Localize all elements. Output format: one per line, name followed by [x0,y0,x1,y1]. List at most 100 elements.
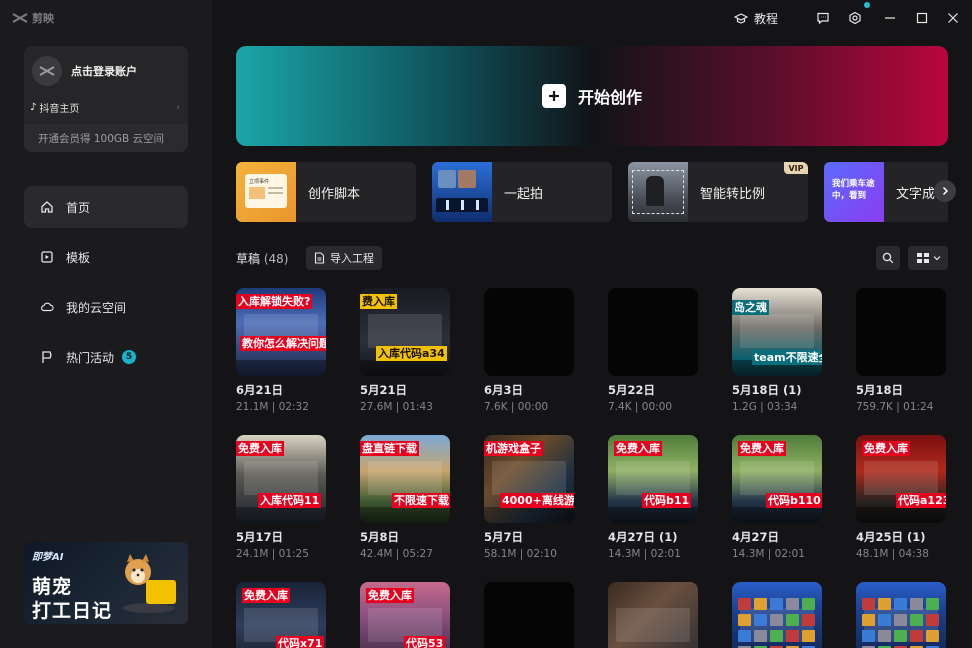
app-name: 剪映 [32,12,54,25]
thumbnail-content [740,461,814,495]
drafts-label: 草稿 [236,252,261,266]
sidebar-item-label: 热门活动 [66,350,115,365]
draft-project-card[interactable]: 5月22日 7.4K | 00:00 [608,288,698,413]
smart-ratio-card[interactable]: 智能转比例 VIP [628,162,808,222]
draft-project-card[interactable]: 5月18日 759.7K | 01:24 [856,288,946,413]
draft-size-duration: 7.4K | 00:00 [608,401,673,413]
thumbnail-strip [856,507,946,523]
douyin-homepage-link[interactable]: ♪ 抖音主页 › [30,100,180,115]
store-tile [878,614,891,626]
sidebar-item-cloud[interactable]: 我的云空间 [24,286,188,328]
minimize-button[interactable] [882,10,898,26]
draft-project-card[interactable]: 入库解锁失败? 教你怎么解决问题 6月21日 21.1M | 02:32 [236,288,326,413]
thumbnail-bottom-caption: 4000+离线游戏 [500,493,574,508]
sidebar: 剪映 点击登录账户 ♪ 抖音主页 › 开通会员得 100GB 云空间 首页 模板… [0,0,212,648]
avatar[interactable] [32,56,62,86]
thumbnail-top-caption: 盘直链下载 [360,441,419,456]
draft-size-duration: 1.2G | 03:34 [732,401,798,413]
tiktok-icon: ♪ [30,102,37,113]
login-link[interactable]: 点击登录账户 [71,63,137,79]
sidebar-item-home[interactable]: 首页 [24,186,188,228]
jimeng-ai-banner[interactable]: 即梦AI 萌宠 打工日记 [24,542,188,624]
draft-project-card[interactable] [484,582,574,648]
draft-project-card[interactable]: 免费入库 代码b110 4月27日 14.3M | 02:01 [732,435,822,560]
sidebar-item-templates[interactable]: 模板 [24,236,188,278]
thumbnail-bottom-caption: 不限速下载 [392,493,450,508]
quick-tools-next-button[interactable] [934,180,956,202]
draft-project-card[interactable]: 免费入库 代码53 [360,582,450,648]
tutorial-label: 教程 [754,12,779,26]
tutorial-button[interactable]: 教程 [734,10,778,27]
draft-thumbnail [732,582,822,648]
draft-project-card[interactable]: 6月3日 7.6K | 00:00 [484,288,574,413]
chevron-down-icon [933,256,940,261]
draft-project-card[interactable]: 免费入库 代码a123 4月25日 (1) 48.1M | 04:38 [856,435,946,560]
store-tile [786,614,799,626]
store-tile [802,630,815,642]
shoot-together-card[interactable]: 一起拍 [432,162,612,222]
thumbnail-strip [608,507,698,523]
draft-size-duration: 21.1M | 02:32 [236,401,309,413]
account-card[interactable]: 点击登录账户 ♪ 抖音主页 › 开通会员得 100GB 云空间 [24,46,188,152]
text-to-video-card[interactable]: 我们乘车途中，看到 文字成 [824,162,948,222]
thumbnail-content [244,461,318,495]
banner-brand: 即梦AI [32,552,64,563]
start-creating-button[interactable]: 开始创作 [236,46,948,146]
draft-project-card[interactable]: 免费入库 入库代码11 5月17日 24.1M | 01:25 [236,435,326,560]
draft-thumbnail [484,288,574,376]
draft-project-card[interactable]: 盘直链下载 不限速下载 5月8日 42.4M | 05:27 [360,435,450,560]
sidebar-item-events[interactable]: 热门活动 5 [24,336,188,378]
maximize-button[interactable] [914,10,930,26]
thumbnail-bottom-caption: 教你怎么解决问题 [240,336,326,351]
thumbnail-top-caption: 免费入库 [242,588,290,603]
settings-button[interactable] [847,10,863,26]
draft-project-card[interactable]: 免费入库 代码b11 4月27日 (1) 14.3M | 02:01 [608,435,698,560]
draft-project-card[interactable] [608,582,698,648]
thumbnail-content [492,461,566,495]
text-thumb-text: 我们乘车途中，看到 [832,179,875,201]
draft-title: 5月18日 (1) [732,383,802,397]
thumbnail-top-caption: 入库解锁失败? [236,294,313,309]
store-tile [926,598,939,610]
view-mode-dropdown[interactable] [908,246,948,270]
thumbnail-strip [484,507,574,523]
draft-project-card[interactable]: 免费入库 代码x71 [236,582,326,648]
draft-project-card[interactable] [732,582,822,648]
close-button[interactable] [945,10,961,26]
store-tile [738,614,751,626]
quick-tool-label: 文字成 [896,186,936,202]
store-tile [910,614,923,626]
title-bar: 教程 [212,0,972,36]
graduation-cap-icon [734,12,748,24]
thumbnail-strip [360,507,450,523]
quick-tool-label: 智能转比例 [700,186,766,202]
draft-size-duration: 58.1M | 02:10 [484,548,557,560]
store-tile [926,630,939,642]
draft-project-card[interactable]: 费入库 入库代码a34 5月21日 27.6M | 01:43 [360,288,450,413]
store-tile [862,598,875,610]
draft-thumbnail: 岛之魂 team不限速全 [732,288,822,376]
draft-project-card[interactable] [856,582,946,648]
thumbnail-top-caption: 岛之魂 [732,300,769,315]
draft-size-duration: 14.3M | 02:01 [608,548,681,560]
sidebar-item-label: 首页 [66,200,91,215]
draft-thumbnail: 免费入库 代码x71 [236,582,326,648]
draft-project-card[interactable]: 岛之魂 team不限速全 5月18日 (1) 1.2G | 03:34 [732,288,822,413]
quick-tool-label: 一起拍 [504,186,544,202]
cloud-icon [40,300,54,314]
draft-thumbnail: 免费入库 代码b11 [608,435,698,523]
store-tile [862,614,875,626]
feedback-button[interactable] [815,10,831,26]
close-icon [948,13,958,23]
draft-size-duration: 42.4M | 05:27 [360,548,433,560]
search-button[interactable] [876,246,900,270]
douyin-label: 抖音主页 [39,104,80,115]
thumbnail-strip [236,507,326,523]
import-project-button[interactable]: 导入工程 [306,246,382,270]
draft-project-card[interactable]: 机游戏盒子 4000+离线游戏 5月7日 58.1M | 02:10 [484,435,574,560]
thumbnail-top-caption: 机游戏盒子 [484,441,543,456]
membership-promo[interactable]: 开通会员得 100GB 云空间 [24,124,188,152]
store-tile [910,598,923,610]
draft-size-duration: 14.3M | 02:01 [732,548,805,560]
script-tool-card[interactable]: 立项事件 创作脚本 [236,162,416,222]
